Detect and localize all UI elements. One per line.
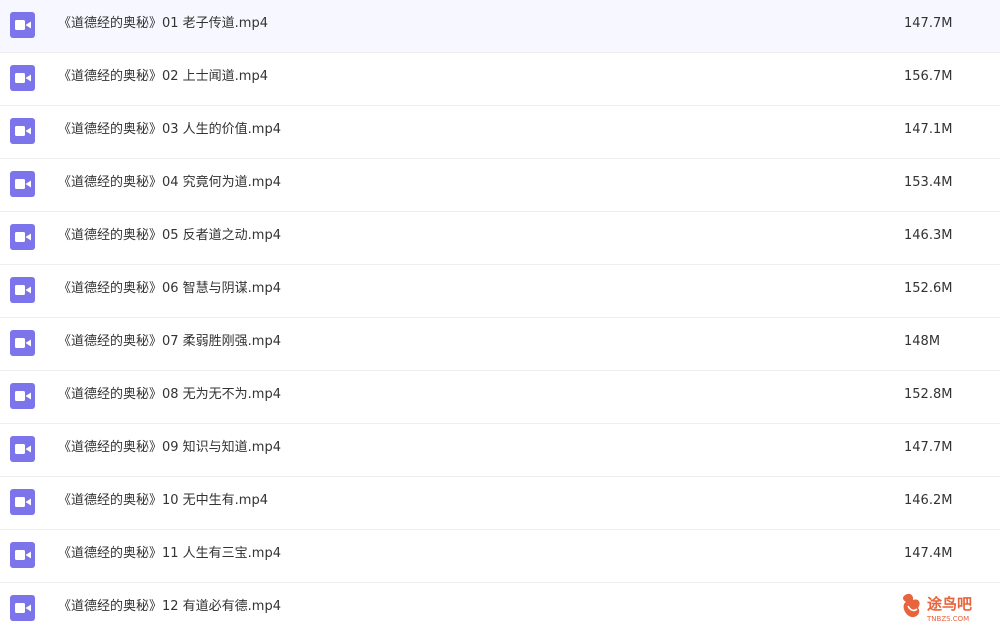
file-size: 148M xyxy=(904,334,941,349)
video-file-icon xyxy=(10,383,35,409)
file-size: 147.1M xyxy=(904,122,953,137)
video-file-icon xyxy=(10,12,35,38)
file-name: 《道德经的奥秘》07 柔弱胜刚强.mp4 xyxy=(58,334,281,349)
file-row[interactable]: 《道德经的奥秘》02 上士闻道.mp4 156.7M xyxy=(0,53,1000,106)
file-name: 《道德经的奥秘》03 人生的价值.mp4 xyxy=(58,122,281,137)
file-name: 《道德经的奥秘》09 知识与知道.mp4 xyxy=(58,440,281,455)
file-name: 《道德经的奥秘》05 反者道之动.mp4 xyxy=(58,228,281,243)
video-file-icon xyxy=(10,277,35,303)
file-row[interactable]: 《道德经的奥秘》04 究竟何为道.mp4 153.4M xyxy=(0,159,1000,212)
file-size: 146.2M xyxy=(904,493,953,508)
file-name: 《道德经的奥秘》12 有道必有德.mp4 xyxy=(58,599,281,614)
file-row[interactable]: 《道德经的奥秘》07 柔弱胜刚强.mp4 148M xyxy=(0,318,1000,371)
file-size: 152.6M xyxy=(904,281,953,296)
file-row[interactable]: 《道德经的奥秘》05 反者道之动.mp4 146.3M xyxy=(0,212,1000,265)
file-size: 152.8M xyxy=(904,387,953,402)
file-row[interactable]: 《道德经的奥秘》08 无为无不为.mp4 152.8M xyxy=(0,371,1000,424)
file-size: 146.3M xyxy=(904,228,953,243)
video-file-icon xyxy=(10,595,35,621)
file-row[interactable]: 《道德经的奥秘》10 无中生有.mp4 146.2M xyxy=(0,477,1000,530)
file-name: 《道德经的奥秘》02 上士闻道.mp4 xyxy=(58,69,268,84)
file-name: 《道德经的奥秘》11 人生有三宝.mp4 xyxy=(58,546,281,561)
file-row[interactable]: 《道德经的奥秘》03 人生的价值.mp4 147.1M xyxy=(0,106,1000,159)
video-file-icon xyxy=(10,118,35,144)
video-file-icon xyxy=(10,489,35,515)
file-row[interactable]: 《道德经的奥秘》11 人生有三宝.mp4 147.4M xyxy=(0,530,1000,583)
file-row[interactable]: 《道德经的奥秘》12 有道必有德.mp4 xyxy=(0,583,1000,630)
file-size: 147.7M xyxy=(904,16,953,31)
video-file-icon xyxy=(10,224,35,250)
file-row[interactable]: 《道德经的奥秘》06 智慧与阴谋.mp4 152.6M xyxy=(0,265,1000,318)
file-list: 《道德经的奥秘》01 老子传道.mp4 147.7M 《道德经的奥秘》02 上士… xyxy=(0,0,1000,630)
file-name: 《道德经的奥秘》04 究竟何为道.mp4 xyxy=(58,175,281,190)
file-row[interactable]: 《道德经的奥秘》01 老子传道.mp4 147.7M xyxy=(0,0,1000,53)
file-name: 《道德经的奥秘》10 无中生有.mp4 xyxy=(58,493,268,508)
file-size: 156.7M xyxy=(904,69,953,84)
file-row[interactable]: 《道德经的奥秘》09 知识与知道.mp4 147.7M xyxy=(0,424,1000,477)
video-file-icon xyxy=(10,171,35,197)
file-name: 《道德经的奥秘》06 智慧与阴谋.mp4 xyxy=(58,281,281,296)
file-size: 147.4M xyxy=(904,546,953,561)
file-size: 147.7M xyxy=(904,440,953,455)
video-file-icon xyxy=(10,65,35,91)
file-name: 《道德经的奥秘》08 无为无不为.mp4 xyxy=(58,387,281,402)
file-size: 153.4M xyxy=(904,175,953,190)
video-file-icon xyxy=(10,330,35,356)
video-file-icon xyxy=(10,542,35,568)
file-name: 《道德经的奥秘》01 老子传道.mp4 xyxy=(58,16,268,31)
video-file-icon xyxy=(10,436,35,462)
